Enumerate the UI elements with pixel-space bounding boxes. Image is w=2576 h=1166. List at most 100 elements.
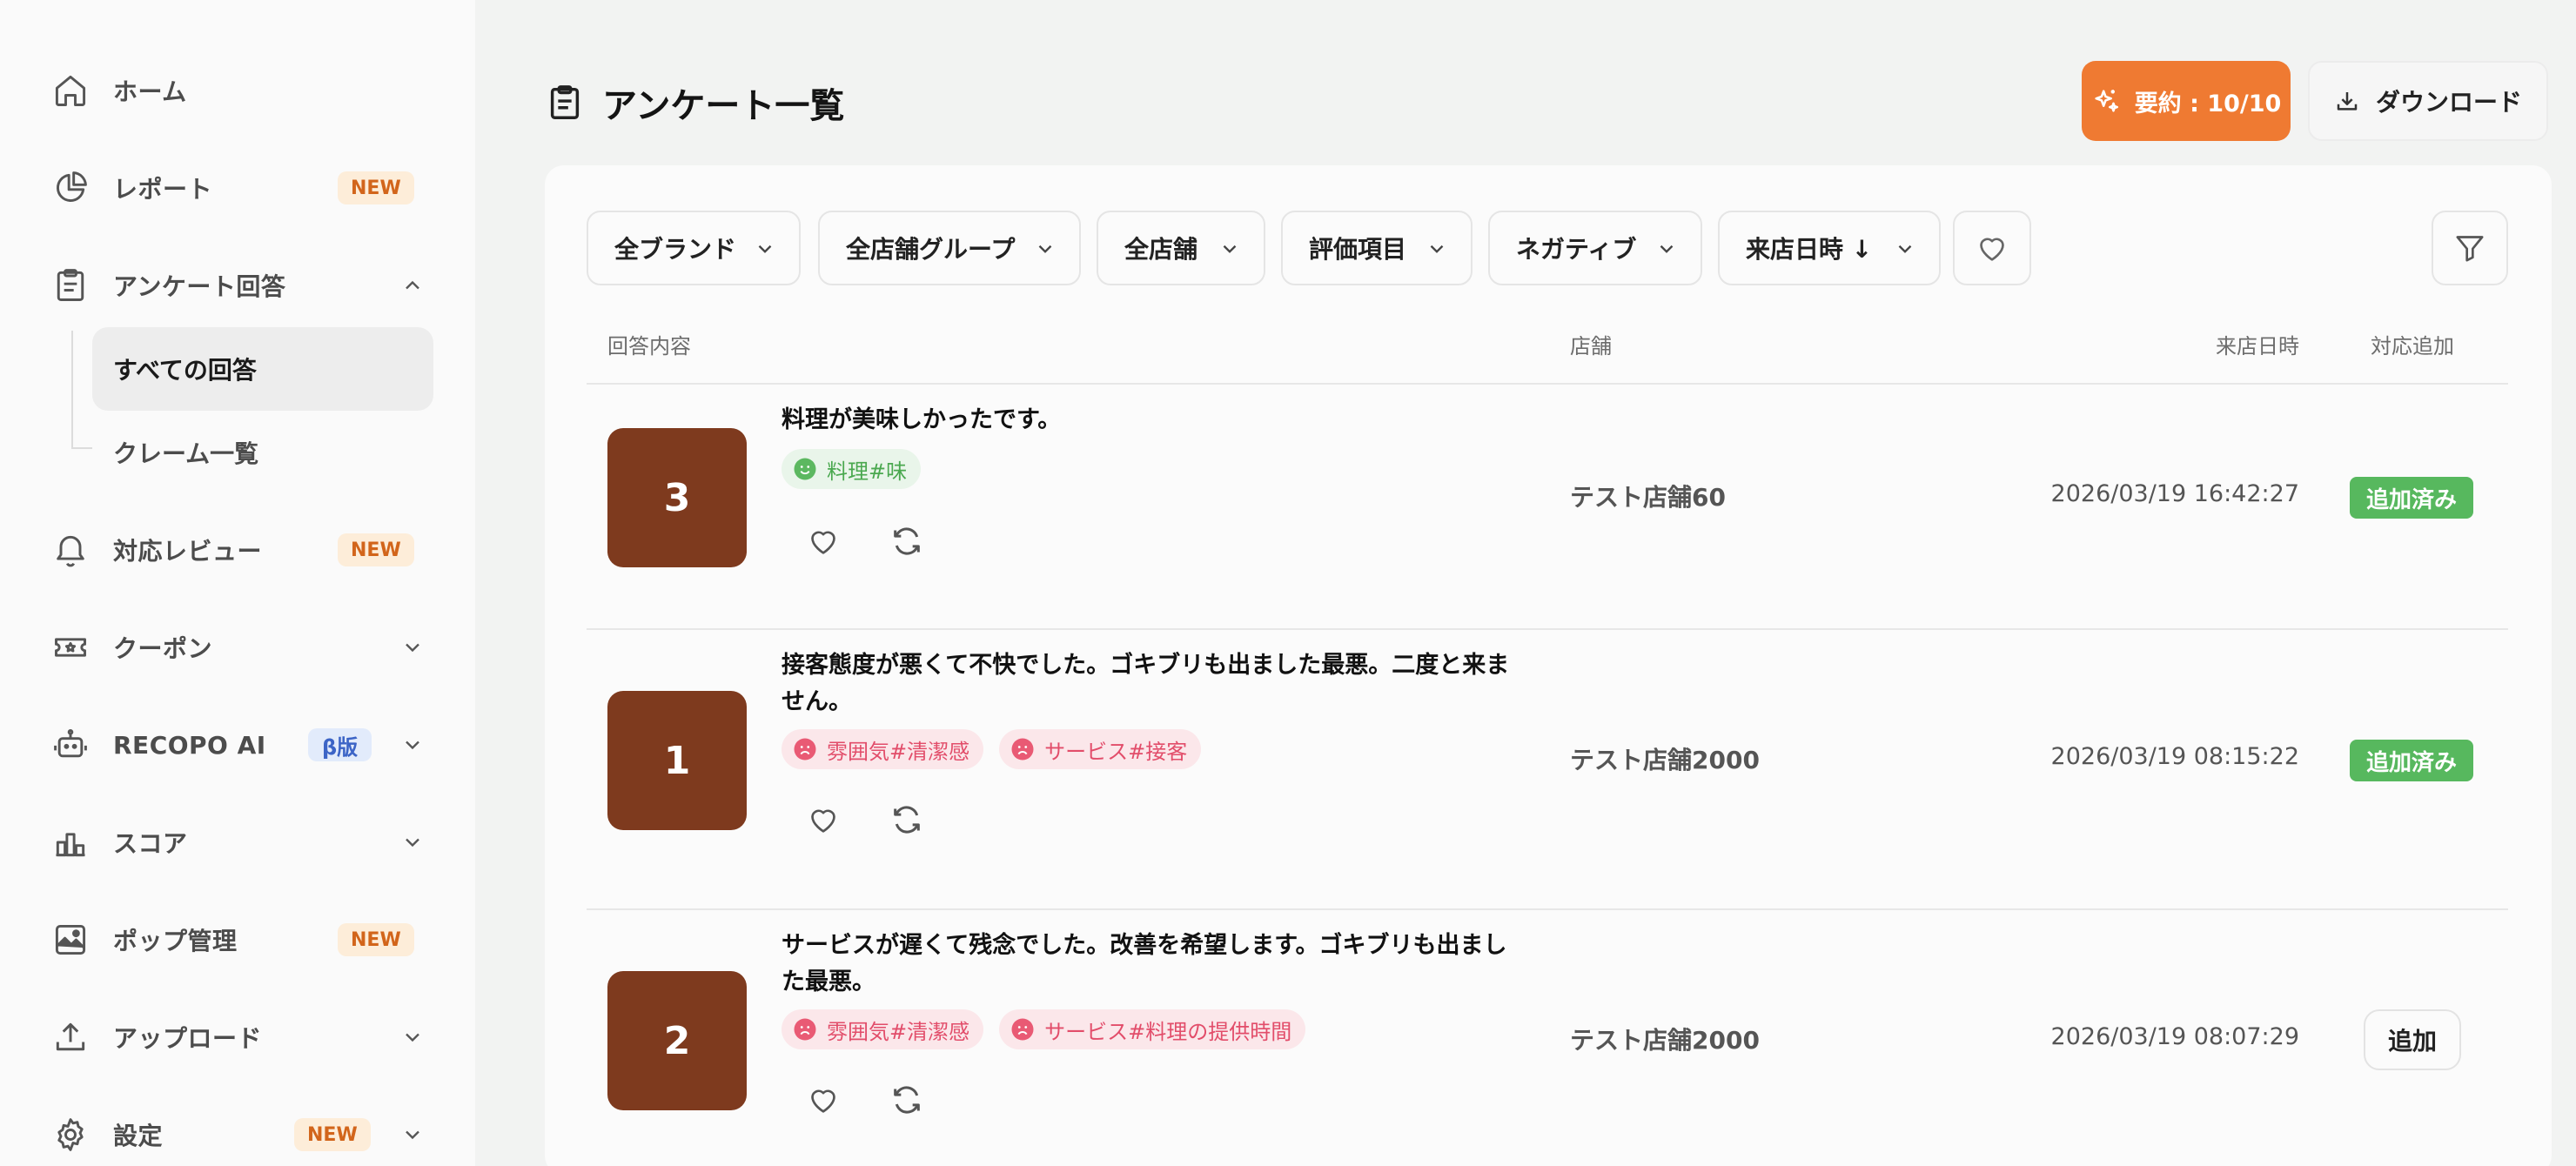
sentiment-tag: 料理#味 — [782, 449, 922, 489]
table-row[interactable]: サービスが遅くて残念でした。改善を希望します。ゴキブリも出ました最悪。 2 雰囲… — [545, 910, 2552, 1166]
summary-button-label: 要約 : 10/10 — [2134, 90, 2282, 117]
visit-date-sort[interactable]: 来店日時 ↓ — [1718, 211, 1941, 285]
visit-date: 2026/03/19 08:07:29 — [2050, 1023, 2299, 1050]
new-badge: NEW — [338, 533, 414, 566]
row-actions — [806, 1082, 924, 1117]
evaluation-item-filter[interactable]: 評価項目 — [1281, 211, 1472, 285]
sidebar-item-home[interactable]: ホーム — [50, 63, 425, 118]
ticket-icon — [50, 627, 91, 667]
download-button-label: ダウンロード — [2375, 88, 2522, 117]
visit-date-sort-label: 来店日時 ↓ — [1746, 235, 1873, 264]
beta-badge: β版 — [308, 728, 372, 761]
new-badge: NEW — [338, 171, 414, 204]
tag-label: サービス#接客 — [1044, 739, 1188, 764]
funnel-icon — [2456, 236, 2484, 262]
refresh-icon[interactable] — [889, 524, 924, 559]
store-group-filter[interactable]: 全店舗グループ — [818, 211, 1081, 285]
download-button[interactable]: ダウンロード — [2308, 61, 2548, 141]
sentiment-tag: 雰囲気#清潔感 — [782, 729, 984, 769]
row-actions — [806, 524, 924, 559]
tag-list: 雰囲気#清潔感 サービス#料理の提供時間 — [782, 1009, 1306, 1049]
clipboard-icon — [50, 265, 91, 305]
sidebar-item-label: RECOPO AI — [113, 730, 266, 760]
sidebar-subitem-complaints[interactable]: クレーム一覧 — [92, 411, 433, 494]
table-row[interactable]: 接客態度が悪くて不快でした。ゴキブリも出ました最悪。二度と来ません。 1 雰囲気… — [545, 630, 2552, 908]
tag-label: サービス#料理の提供時間 — [1044, 1019, 1292, 1044]
table-row[interactable]: 3 料理が美味しかったです。 料理#味 テスト店舗60 2026/03/19 1… — [545, 385, 2552, 630]
sidebar-subitem-all-answers[interactable]: すべての回答 — [92, 327, 433, 411]
upload-icon — [50, 1017, 91, 1057]
sidebar-item-label: 設定 — [113, 1122, 164, 1150]
column-header-store: 店舗 — [1570, 334, 1612, 359]
advanced-filter-button[interactable] — [2432, 211, 2508, 285]
refresh-icon[interactable] — [889, 802, 924, 837]
sidebar-item-label: レポート — [113, 175, 213, 204]
brand-filter-label: 全ブランド — [614, 235, 737, 264]
tag-label: 雰囲気#清潔感 — [827, 1019, 970, 1044]
answer-comment: サービスが遅くて残念でした。改善を希望します。ゴキブリも出ました最悪。 — [782, 932, 1507, 995]
store-filter-label: 全店舗 — [1124, 235, 1198, 264]
chevron-down-icon — [1430, 245, 1444, 253]
sentiment-filter[interactable]: ネガティブ — [1488, 211, 1702, 285]
sidebar-item-recopo-ai[interactable]: RECOPO AI β版 — [50, 717, 425, 773]
sidebar-item-response-review[interactable]: 対応レビュー NEW — [50, 522, 425, 578]
sidebar-item-coupon[interactable]: クーポン — [50, 620, 425, 675]
tag-list: 雰囲気#清潔感 サービス#接客 — [782, 729, 1202, 769]
answer-comment: 接客態度が悪くて不快でした。ゴキブリも出ました最悪。二度と来ません。 — [782, 652, 1510, 715]
gear-icon — [50, 1115, 91, 1155]
sidebar-item-label: ホーム — [113, 77, 187, 106]
answer-comment: 料理が美味しかったです。 — [782, 406, 1062, 433]
pie-chart-icon — [50, 168, 91, 208]
frown-icon — [1011, 738, 1034, 761]
score-badge: 3 — [607, 428, 747, 567]
chevron-down-icon — [1223, 245, 1237, 253]
heart-icon — [1980, 238, 2004, 261]
sidebar-item-label: スコア — [113, 829, 188, 858]
sidebar-item-label: 対応レビュー — [113, 537, 263, 566]
added-status-badge: 追加済み — [2350, 477, 2473, 519]
sidebar-item-label: クーポン — [113, 634, 213, 663]
image-icon — [50, 920, 91, 960]
heart-icon[interactable] — [806, 524, 841, 559]
store-name: テスト店舗2000 — [1570, 1026, 1760, 1055]
store-name: テスト店舗60 — [1570, 483, 1726, 512]
visit-date: 2026/03/19 08:15:22 — [2050, 743, 2299, 770]
column-header-content: 回答内容 — [607, 334, 691, 359]
sidebar-item-pop-management[interactable]: ポップ管理 NEW — [50, 912, 425, 968]
robot-icon — [50, 725, 91, 765]
brand-filter[interactable]: 全ブランド — [587, 211, 801, 285]
store-filter[interactable]: 全店舗 — [1097, 211, 1265, 285]
chevron-down-icon — [1898, 245, 1912, 253]
frown-icon — [1011, 1018, 1034, 1041]
sentiment-tag: 雰囲気#清潔感 — [782, 1009, 984, 1049]
sidebar-item-upload[interactable]: アップロード — [50, 1009, 425, 1065]
tag-label: 雰囲気#清潔感 — [827, 739, 970, 764]
summary-button[interactable]: 要約 : 10/10 — [2082, 61, 2291, 141]
new-badge: NEW — [338, 923, 414, 956]
chevron-down-icon — [406, 643, 419, 653]
tag-list: 料理#味 — [782, 449, 922, 489]
sidebar-item-settings[interactable]: 設定 NEW — [50, 1107, 425, 1163]
survey-list-card: 全ブランド 全店舗グループ 全店舗 評価項目 ネガティブ 来店日時 ↓ 回答内容… — [545, 165, 2552, 1166]
refresh-icon[interactable] — [889, 1082, 924, 1117]
sentiment-tag: サービス#接客 — [999, 729, 1202, 769]
sidebar-item-survey-answers[interactable]: アンケート回答 — [50, 258, 425, 313]
favorite-filter-button[interactable] — [1953, 211, 2031, 285]
smile-icon — [794, 458, 816, 480]
clipboard-icon — [550, 85, 580, 119]
frown-icon — [794, 1018, 816, 1041]
visit-date: 2026/03/19 16:42:27 — [2050, 480, 2299, 507]
chevron-up-icon — [406, 280, 419, 290]
column-header-date: 来店日時 — [2216, 334, 2299, 359]
store-name: テスト店舗2000 — [1570, 746, 1760, 774]
added-status-badge: 追加済み — [2350, 740, 2473, 781]
add-response-button[interactable]: 追加 — [2364, 1009, 2461, 1070]
sparkle-icon — [2095, 90, 2118, 112]
download-icon — [2337, 92, 2358, 111]
heart-icon[interactable] — [806, 802, 841, 837]
sidebar-item-score[interactable]: スコア — [50, 814, 425, 870]
heart-icon[interactable] — [806, 1082, 841, 1117]
sidebar-item-report[interactable]: レポート NEW — [50, 160, 425, 216]
sub-menu-line — [71, 447, 92, 449]
new-badge: NEW — [294, 1118, 371, 1151]
